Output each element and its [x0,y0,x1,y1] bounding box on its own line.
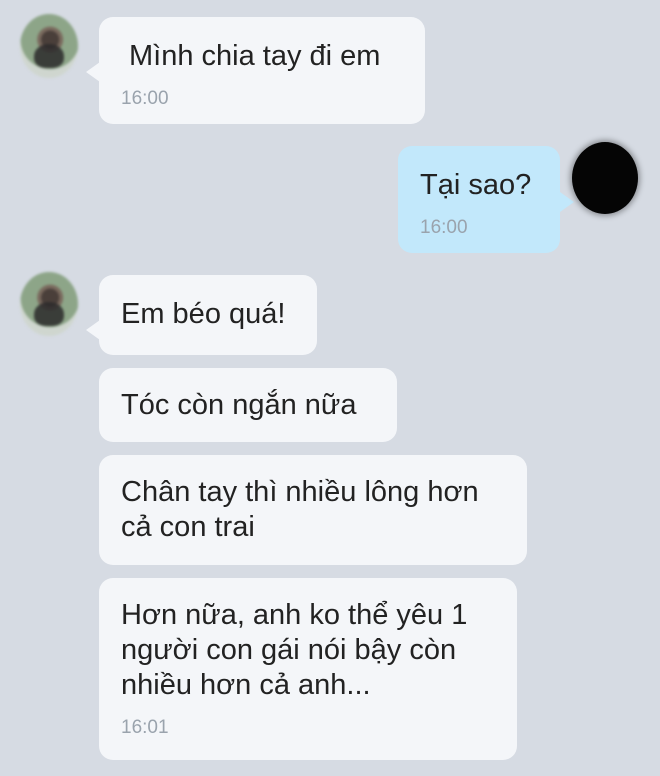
message-bubble-incoming[interactable]: Hơn nữa, anh ko thể yêu 1 người con gái … [99,578,517,760]
bubble-tail [86,320,100,340]
message-text: Hơn nữa, anh ko thể yêu 1 người con gái … [121,599,468,701]
message-bubble-incoming[interactable]: Chân tay thì nhiều lông hơn cả con trai [99,455,527,565]
message-text: Em béo quá! [121,298,286,330]
message-text: Tóc còn ngắn nữa [121,389,357,421]
message-text: Chân tay thì nhiều lông hơn cả con trai [121,476,479,543]
message-text: Mình chia tay đi em [129,40,381,72]
contact-avatar[interactable] [20,14,78,78]
bubble-tail [86,62,100,82]
message-bubble-incoming[interactable]: Tóc còn ngắn nữa [99,368,397,442]
message-bubble-outgoing[interactable]: Tại sao? 16:00 [398,146,560,253]
contact-avatar[interactable] [20,272,78,336]
bubble-tail [560,192,574,212]
message-bubble-incoming[interactable]: Mình chia tay đi em 16:00 [99,17,425,124]
message-time: 16:00 [420,217,468,238]
message-text: Tại sao? [420,169,532,201]
message-bubble-incoming[interactable]: Em béo quá! [99,275,317,355]
message-time: 16:00 [121,88,169,109]
chat-conversation: Mình chia tay đi em 16:00 Tại sao? 16:00… [0,0,660,776]
user-avatar[interactable] [572,142,638,214]
message-time: 16:01 [121,717,169,738]
